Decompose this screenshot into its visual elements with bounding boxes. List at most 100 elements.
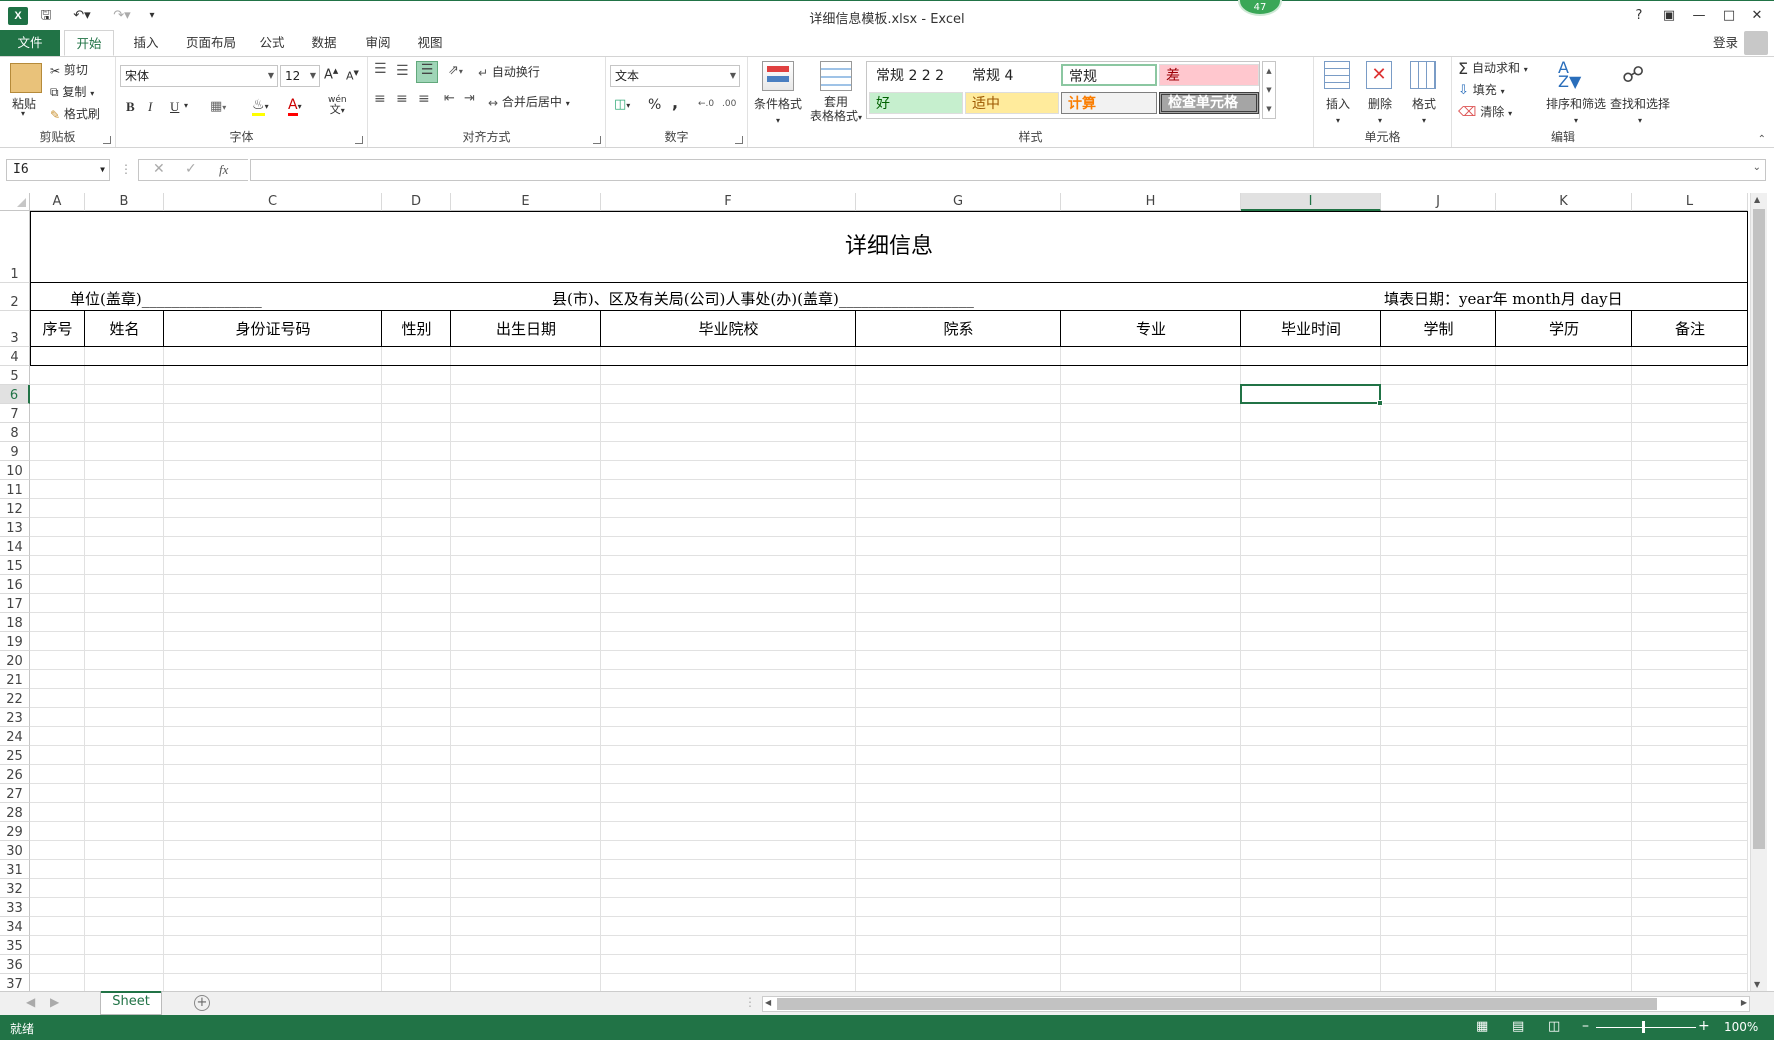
row-header-12[interactable]: 12 [0,499,30,518]
row-header-5[interactable]: 5 [0,366,30,385]
phonetic-icon[interactable]: wén 文▾ [328,95,347,116]
column-title-e[interactable]: 出生日期 [451,311,601,347]
decrease-font-icon[interactable]: A▼ [346,69,359,83]
row-header-20[interactable]: 20 [0,651,30,670]
row-header-13[interactable]: 13 [0,518,30,537]
row-header-8[interactable]: 8 [0,423,30,442]
close-icon[interactable]: ✕ [1744,5,1770,27]
zoom-level[interactable]: 100% [1724,1020,1758,1034]
column-title-f[interactable]: 毕业院校 [601,311,856,347]
active-cell[interactable] [1240,384,1383,406]
tab-formulas[interactable]: 公式 [254,30,290,56]
increase-decimal-icon[interactable]: ←.0 [698,99,714,109]
row-header-28[interactable]: 28 [0,803,30,822]
name-box[interactable]: I6 ▼ [6,159,110,181]
row-header-17[interactable]: 17 [0,594,30,613]
style-check-cell[interactable]: 检查单元格 [1159,92,1259,114]
row-header-34[interactable]: 34 [0,917,30,936]
column-header-g[interactable]: G [856,193,1061,211]
row-header-10[interactable]: 10 [0,461,30,480]
table-format-icon[interactable] [820,61,852,91]
vertical-scrollbar[interactable]: ▲ ▼ [1750,193,1767,991]
number-format-select[interactable]: 文本 ▼ [610,65,740,87]
column-header-k[interactable]: K [1496,193,1632,211]
prev-sheet-icon[interactable]: ◀ [26,995,35,1009]
alignment-launcher-icon[interactable] [593,136,601,144]
underline-button[interactable]: U [170,99,179,115]
underline-dropdown-icon[interactable]: ▾ [184,101,188,110]
sort-filter-icon[interactable]: A Z▼ [1558,60,1581,90]
sheet-tab[interactable]: Sheet [100,991,162,1015]
column-header-a[interactable]: A [30,193,85,211]
formula-input[interactable]: ⌄ [250,159,1766,181]
minimize-icon[interactable]: — [1686,5,1712,27]
select-all-corner[interactable] [0,193,30,211]
row-header-16[interactable]: 16 [0,575,30,594]
column-title-g[interactable]: 院系 [856,311,1061,347]
collapse-ribbon-icon[interactable]: ⌃ [1758,134,1766,145]
style-calculation[interactable]: 计算 [1061,92,1157,114]
font-family-select[interactable]: 宋体 ▼ [120,65,278,87]
delete-cells-button[interactable]: 删除 ▾ [1366,95,1394,126]
row-header-2[interactable]: 2 [0,283,30,311]
row-header-9[interactable]: 9 [0,442,30,461]
insert-cells-button[interactable]: 插入 ▾ [1324,95,1352,126]
page-layout-view-icon[interactable]: ▤ [1512,1019,1524,1034]
table-format-button[interactable]: 套用 表格格式▾ [806,95,866,125]
copy-button[interactable]: ⧉ 复制 ▾ [50,83,94,100]
format-cells-button[interactable]: 格式 ▾ [1410,95,1438,126]
column-header-e[interactable]: E [451,193,601,211]
align-right-icon[interactable]: ≡ [418,91,430,107]
row-header-37[interactable]: 37 [0,974,30,991]
row2-right-text[interactable]: 填表日期：year年 month月 day日 [1384,288,1623,309]
column-title-a[interactable]: 序号 [30,311,85,347]
font-size-select[interactable]: 12 ▼ [280,65,320,87]
delete-cells-icon[interactable]: ✕ [1366,61,1392,89]
column-header-h[interactable]: H [1061,193,1241,211]
horizontal-scrollbar[interactable]: ◀ ▶ [762,996,1750,1012]
align-top-icon[interactable]: ☰ [374,61,387,77]
clear-button[interactable]: ⌫ 清除 ▾ [1458,103,1512,120]
next-sheet-icon[interactable]: ▶ [50,995,59,1009]
zoom-slider-thumb[interactable] [1642,1021,1645,1033]
insert-function-icon[interactable]: fx [219,162,228,178]
row-header-31[interactable]: 31 [0,860,30,879]
row-header-11[interactable]: 11 [0,480,30,499]
clipboard-launcher-icon[interactable] [103,136,111,144]
currency-icon[interactable]: ◫▾ [614,97,630,112]
binoculars-icon[interactable]: ☍ [1622,63,1644,88]
column-header-j[interactable]: J [1381,193,1496,211]
gallery-scroll[interactable]: ▲ ▼ ▼ [1262,61,1276,119]
column-header-c[interactable]: C [164,193,382,211]
horizontal-scroll-thumb[interactable] [777,998,1657,1010]
row-header-21[interactable]: 21 [0,670,30,689]
bold-button[interactable]: B [126,99,135,115]
row-header-23[interactable]: 23 [0,708,30,727]
row-header-4[interactable]: 4 [0,347,30,366]
decrease-decimal-icon[interactable]: .00 [722,99,736,109]
column-title-l[interactable]: 备注 [1632,311,1748,347]
align-middle-icon[interactable]: ☰ [396,63,409,79]
sort-filter-button[interactable]: 排序和筛选 ▾ [1546,95,1606,126]
font-launcher-icon[interactable] [355,136,363,144]
tab-view[interactable]: 视图 [412,30,448,56]
tab-home[interactable]: 开始 [64,30,114,56]
font-color-icon[interactable]: A▾ [288,97,302,116]
sheet-title[interactable]: 详细信息 [30,211,1748,283]
column-header-b[interactable]: B [85,193,164,211]
style-normal[interactable]: 常规 [1061,64,1157,86]
number-launcher-icon[interactable] [735,136,743,144]
fill-color-icon[interactable]: ♨▾ [252,97,269,116]
user-avatar-icon[interactable] [1744,31,1768,55]
tab-file[interactable]: 文件 [0,30,60,56]
wrap-text-button[interactable]: ↵ 自动换行 [478,63,540,80]
zoom-in-icon[interactable]: + [1698,1018,1710,1034]
style-neutral[interactable]: 适中 [965,92,1059,114]
style-normal-222[interactable]: 常规 2 2 2 [869,64,963,86]
column-header-i[interactable]: I [1241,193,1381,211]
autosum-button[interactable]: Σ 自动求和 ▾ [1458,59,1528,78]
column-title-h[interactable]: 专业 [1061,311,1241,347]
row-header-24[interactable]: 24 [0,727,30,746]
align-bottom-icon[interactable]: ☰ [416,61,438,83]
merge-center-button[interactable]: ↔ 合并后居中 ▾ [488,93,570,110]
